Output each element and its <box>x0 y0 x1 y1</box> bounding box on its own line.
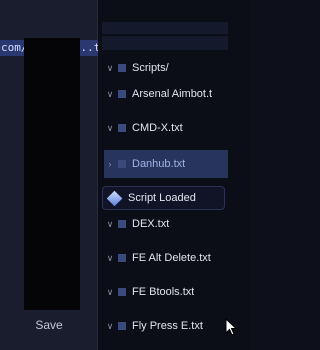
folder-label: Scripts/ <box>132 62 169 74</box>
file-icon <box>118 288 126 296</box>
script-label: CMD-X.txt <box>132 122 183 134</box>
file-icon <box>118 124 126 132</box>
script-item[interactable]: ∨ CMD-X.txt <box>104 116 228 140</box>
script-item[interactable]: ∨ DEX.txt <box>104 212 228 236</box>
script-label: DEX.txt <box>132 218 170 230</box>
file-icon <box>118 160 126 168</box>
file-icon <box>118 322 126 330</box>
chevron-down-icon: ∨ <box>106 252 114 263</box>
script-item[interactable]: ∨ FE Alt Delete.txt <box>104 246 228 270</box>
script-item-selected[interactable]: › Danhub.txt <box>104 150 228 178</box>
mouse-cursor-icon <box>225 318 237 336</box>
folder-icon <box>118 64 126 72</box>
chevron-down-icon: ∨ <box>106 218 114 229</box>
script-item[interactable]: ∨ FE Btools.txt <box>104 280 228 304</box>
file-icon <box>118 220 126 228</box>
script-item[interactable]: ∨ Arsenal Aimbot.t <box>104 82 228 106</box>
script-label: FE Alt Delete.txt <box>132 252 211 264</box>
script-label: Fly Press E.txt <box>132 320 203 332</box>
diamond-logo-icon <box>106 190 123 206</box>
header-band <box>102 36 228 50</box>
script-label: Danhub.txt <box>132 158 186 170</box>
script-label: FE Btools.txt <box>132 286 195 298</box>
chevron-down-icon: ∨ <box>106 88 114 99</box>
redaction-block <box>24 38 80 310</box>
chevron-down-icon: ∨ <box>106 286 114 297</box>
script-loaded-toast: Script Loaded <box>102 186 225 210</box>
file-icon <box>118 90 126 98</box>
save-button[interactable]: Save <box>0 312 98 338</box>
file-icon <box>118 254 126 262</box>
chevron-right-icon: › <box>108 159 112 169</box>
header-band <box>102 22 228 34</box>
chevron-down-icon: ∨ <box>106 122 114 133</box>
chevron-down-icon: ∨ <box>106 62 114 73</box>
folder-row-scripts[interactable]: ∨ Scripts/ <box>104 56 228 80</box>
toast-text: Script Loaded <box>128 192 196 204</box>
script-label: Arsenal Aimbot.t <box>132 88 213 100</box>
script-editor[interactable]: com/ script...tic Save <box>0 0 98 350</box>
script-item[interactable]: ∨ Fly Press E.txt <box>104 314 228 338</box>
chevron-down-icon: ∨ <box>106 320 114 331</box>
